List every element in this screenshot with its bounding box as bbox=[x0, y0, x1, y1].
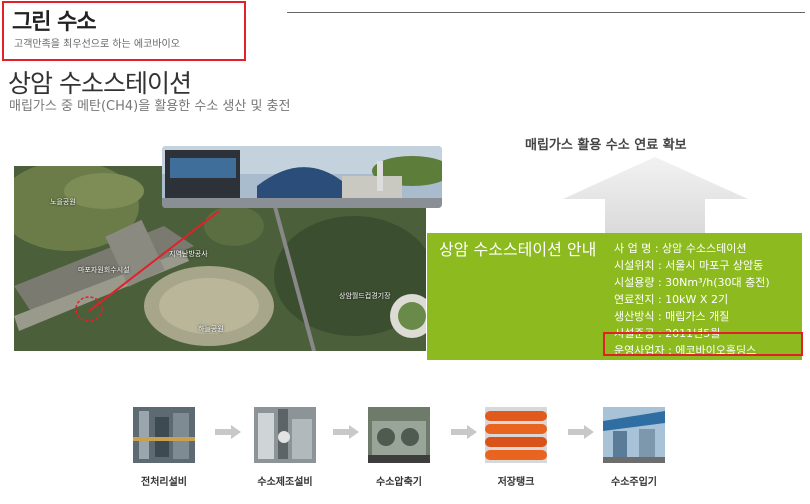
storage-tank-image bbox=[485, 407, 547, 463]
process-arrow-icon bbox=[568, 425, 594, 439]
brand-slogan: 고객만족을 최우선으로 하는 에코바이오 bbox=[14, 39, 180, 50]
process-label-hydrogen-production: 수소제조설비 bbox=[257, 477, 313, 488]
operator-highlight-box bbox=[603, 332, 803, 356]
arrow-caption: 매립가스 활용 수소 연료 확보 bbox=[525, 138, 687, 153]
process-step-hydrogen-production bbox=[254, 407, 316, 463]
info-item-fuel-cell: 연료전지 : 10kW X 2기 bbox=[614, 293, 729, 306]
process-step-pretreatment bbox=[133, 407, 195, 463]
pretreatment-equipment-image bbox=[133, 407, 195, 463]
brand-highlight-box: 그린 수소 고객만족을 최우선으로 하는 에코바이오 bbox=[2, 1, 246, 61]
map-label-resource-recovery: 마포자원회수시설 bbox=[78, 266, 130, 274]
process-arrow-icon bbox=[333, 425, 359, 439]
process-arrow-icon bbox=[215, 425, 241, 439]
up-arrow-icon bbox=[563, 157, 748, 237]
info-item-project-name: 사 업 명 : 상암 수소스테이션 bbox=[614, 242, 747, 255]
process-label-storage-tank: 저장탱크 bbox=[497, 477, 535, 488]
hydrogen-dispenser-image bbox=[603, 407, 665, 463]
process-step-compressor bbox=[368, 407, 430, 463]
process-step-dispenser bbox=[603, 407, 665, 463]
station-photo-image bbox=[162, 146, 442, 208]
process-label-compressor: 수소압축기 bbox=[376, 477, 422, 488]
hydrogen-production-image bbox=[254, 407, 316, 463]
page-subtitle: 매립가스 중 메탄(CH4)을 활용한 수소 생산 및 충전 bbox=[9, 99, 291, 114]
map-label-world-cup-stadium: 상암월드컵경기장 bbox=[339, 292, 391, 300]
process-step-storage-tank bbox=[485, 407, 547, 463]
process-label-dispenser: 수소주입기 bbox=[611, 477, 657, 488]
info-item-location: 시설위치 : 서울시 마포구 상암동 bbox=[614, 259, 764, 272]
map-label-noeul-park: 노을공원 bbox=[50, 198, 76, 206]
info-item-capacity: 시설용량 : 30Nm³/h(30대 충전) bbox=[614, 276, 770, 289]
process-arrow-icon bbox=[451, 425, 477, 439]
station-photo bbox=[162, 146, 442, 208]
info-panel-title: 상암 수소스테이션 안내 bbox=[439, 240, 597, 259]
brand-title: 그린 수소 bbox=[12, 10, 97, 35]
map-label-haneul-park: 하늘공원 bbox=[198, 325, 224, 333]
hydrogen-compressor-image bbox=[368, 407, 430, 463]
info-item-production-method: 생산방식 : 매립가스 개질 bbox=[614, 310, 730, 323]
process-label-pretreatment: 전처리설비 bbox=[141, 477, 187, 488]
map-label-heating-corp: 지역난방공사 bbox=[169, 250, 208, 258]
header-divider bbox=[287, 12, 805, 13]
